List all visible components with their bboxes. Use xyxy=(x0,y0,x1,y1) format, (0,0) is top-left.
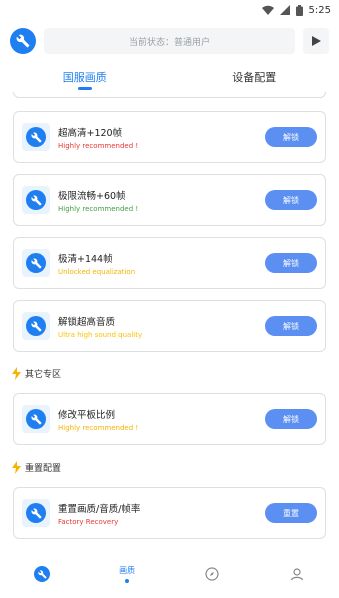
top-bar: 当前状态：普通用户 xyxy=(0,22,339,60)
wrench-icon xyxy=(34,566,51,582)
wrench-icon xyxy=(26,409,46,429)
unlock-button[interactable]: 解锁 xyxy=(265,253,317,273)
reset-button[interactable]: 重置 xyxy=(265,503,317,523)
card-ultra-hd-120: 超高清+120帧 Highly recommended ! 解锁 xyxy=(13,111,326,163)
tab-bar: 国服画质 设备配置 xyxy=(0,62,339,92)
card-subtitle: Highly recommended ! xyxy=(58,204,139,213)
unlock-button[interactable]: 解锁 xyxy=(265,190,317,210)
tab-label: 国服画质 xyxy=(62,71,107,84)
card-icon-box xyxy=(22,186,50,214)
unlock-button[interactable]: 解锁 xyxy=(265,127,317,147)
status-time: 5:25 xyxy=(308,4,331,16)
card-title: 修改平板比例 xyxy=(58,409,116,421)
wrench-icon xyxy=(26,253,46,273)
wrench-icon xyxy=(26,127,46,147)
content-list[interactable]: 超高清+120帧 Highly recommended ! 解锁 极限流畅+60… xyxy=(0,92,339,550)
card-icon-box xyxy=(22,249,50,277)
card-subtitle: Unlocked equalization xyxy=(58,267,136,276)
section-label: 其它专区 xyxy=(25,370,62,380)
card-tablet-ratio: 修改平板比例 Highly recommended ! 解锁 xyxy=(13,393,326,445)
section-reset: 重置配置 xyxy=(12,461,61,474)
wrench-icon xyxy=(26,190,46,210)
signal-icon xyxy=(279,5,290,15)
play-icon xyxy=(311,36,321,46)
tab-device-config[interactable]: 设备配置 xyxy=(170,62,339,92)
user-status-field: 当前状态：普通用户 xyxy=(44,28,295,54)
tab-indicator xyxy=(77,87,92,90)
section-label: 重置配置 xyxy=(25,464,62,474)
unlock-button[interactable]: 解锁 xyxy=(265,409,317,429)
wifi-icon xyxy=(261,5,274,15)
nav-quality[interactable]: 画质 xyxy=(85,565,170,583)
play-button[interactable] xyxy=(303,28,329,54)
user-icon xyxy=(290,568,303,581)
card-subtitle: Highly recommended ! xyxy=(58,423,139,432)
tab-label: 设备配置 xyxy=(232,71,277,84)
nav-active-dot xyxy=(125,579,130,583)
status-bar: 5:25 xyxy=(0,0,339,20)
nav-discover[interactable] xyxy=(170,567,255,581)
card-factory-reset: 重置画质/音质/帧率 Factory Recovery 重置 xyxy=(13,487,326,539)
card-icon-box xyxy=(22,405,50,433)
card-title: 重置画质/音质/帧率 xyxy=(58,503,141,515)
card-partial xyxy=(13,92,326,98)
card-icon-box xyxy=(22,123,50,151)
card-title: 极清+144帧 xyxy=(58,253,113,265)
card-extreme-144: 极清+144帧 Unlocked equalization 解锁 xyxy=(13,237,326,289)
unlock-button[interactable]: 解锁 xyxy=(265,316,317,336)
card-title: 超高清+120帧 xyxy=(58,127,123,139)
lightning-icon xyxy=(12,461,21,474)
card-subtitle: Factory Recovery xyxy=(58,517,119,526)
nav-tools[interactable] xyxy=(0,566,85,582)
section-other: 其它专区 xyxy=(12,367,61,380)
card-icon-box xyxy=(22,312,50,340)
card-hq-audio: 解锁超高音质 Ultra high sound quality 解锁 xyxy=(13,300,326,352)
nav-label: 画质 xyxy=(119,566,136,575)
compass-icon xyxy=(205,567,219,581)
lightning-icon xyxy=(12,367,21,380)
card-subtitle: Ultra high sound quality xyxy=(58,330,143,339)
card-smooth-60: 极限流畅+60帧 Highly recommended ! 解锁 xyxy=(13,174,326,226)
bottom-nav: 画质 xyxy=(0,550,339,598)
battery-icon xyxy=(295,4,303,16)
wrench-logo-icon[interactable] xyxy=(10,28,36,54)
tab-cn-quality[interactable]: 国服画质 xyxy=(0,62,170,92)
card-title: 解锁超高音质 xyxy=(58,316,116,328)
card-icon-box xyxy=(22,499,50,527)
wrench-icon xyxy=(26,316,46,336)
card-subtitle: Highly recommended ! xyxy=(58,141,139,150)
wrench-icon xyxy=(26,503,46,523)
card-title: 极限流畅+60帧 xyxy=(58,190,126,202)
nav-profile[interactable] xyxy=(254,567,339,581)
